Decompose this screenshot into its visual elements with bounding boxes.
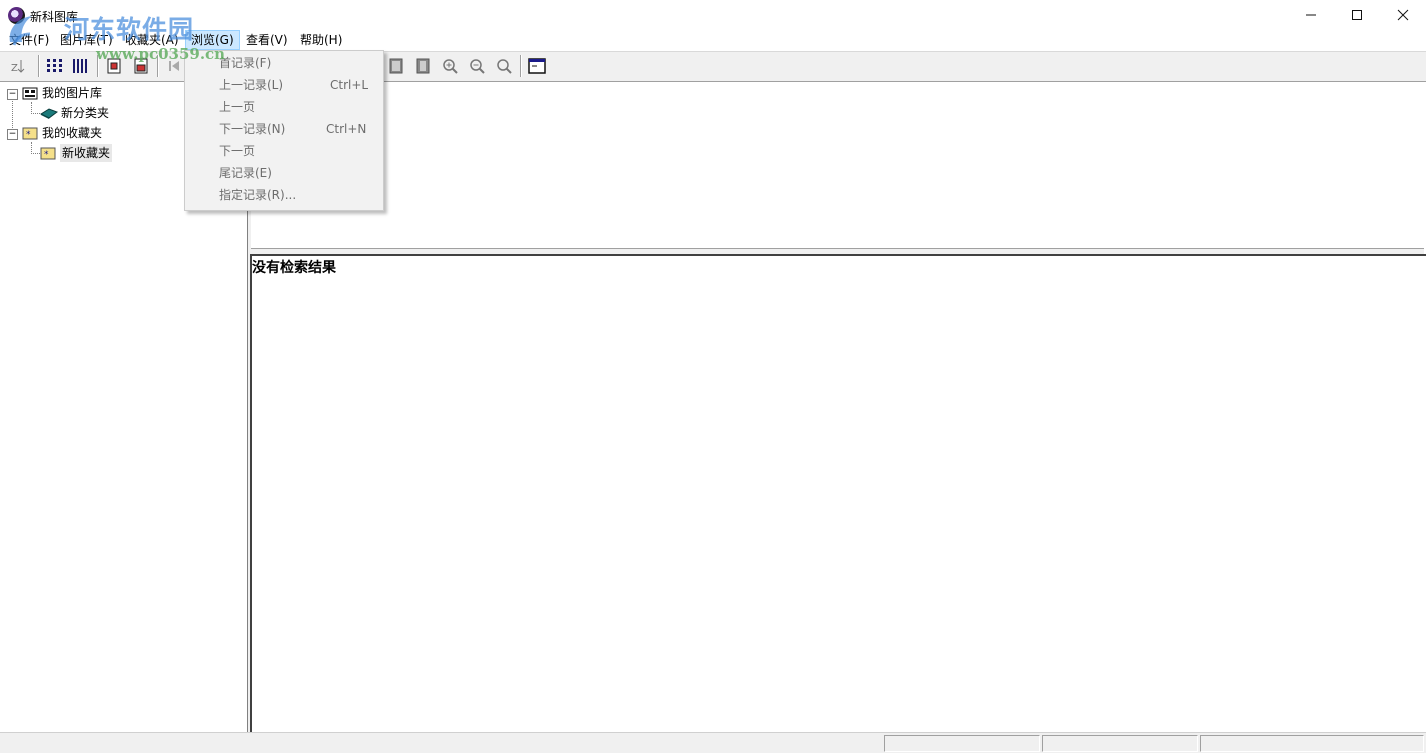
collapse-toggle[interactable]: −: [7, 89, 18, 100]
minimize-icon: [1306, 14, 1316, 16]
menu-view[interactable]: 查看(V): [241, 31, 293, 49]
tree-item-new-category[interactable]: 新分类夹: [61, 104, 109, 122]
toolbar-separator: [520, 55, 522, 77]
maximize-icon: [1352, 10, 1362, 20]
maximize-button[interactable]: [1334, 0, 1380, 30]
menu-item-previous-record[interactable]: 上一记录(L): [219, 74, 283, 96]
close-button[interactable]: [1380, 0, 1426, 30]
zoom-in-button[interactable]: [439, 55, 461, 77]
menu-item-last-record[interactable]: 尾记录(E): [219, 162, 272, 184]
fit-page-icon: [416, 58, 430, 74]
picture-library-icon: [22, 86, 38, 100]
fit-page-button[interactable]: [412, 55, 434, 77]
slideshow-button[interactable]: [526, 55, 548, 77]
sort-button[interactable]: Z: [10, 55, 32, 77]
no-results-message: 没有检索结果: [252, 260, 336, 276]
toolbar-separator: [38, 55, 40, 77]
list-view-button[interactable]: [70, 55, 92, 77]
results-pane: [250, 254, 1426, 734]
shortcut-next-record: Ctrl+N: [326, 122, 367, 136]
menu-item-next-page[interactable]: 下一页: [219, 140, 255, 162]
sort-icon: Z: [11, 60, 25, 74]
status-panel: [884, 735, 1040, 752]
page-icon: [389, 58, 403, 74]
favorites-folder-icon: *: [40, 146, 56, 160]
watermark-logo: [6, 12, 36, 48]
tree-item-my-favorites[interactable]: 我的收藏夹: [42, 124, 102, 142]
minimize-button[interactable]: [1288, 0, 1334, 30]
watermark-site-name: 河东软件园: [64, 15, 195, 44]
zoom-out-button[interactable]: [466, 55, 488, 77]
menu-help[interactable]: 帮助(H): [295, 31, 347, 49]
shortcut-previous-record: Ctrl+L: [330, 78, 369, 92]
page-button[interactable]: [385, 55, 407, 77]
category-book-icon: [39, 106, 59, 120]
status-panel: [1200, 735, 1424, 752]
zoom-reset-button[interactable]: [493, 55, 515, 77]
status-panel: [1042, 735, 1198, 752]
menu-item-next-record[interactable]: 下一记录(N): [219, 118, 285, 140]
thumbnail-view-button[interactable]: [44, 55, 66, 77]
preview-pane: [251, 82, 1424, 249]
grid-icon: [47, 59, 62, 72]
watermark-url: www.pc0359.cn: [96, 45, 226, 63]
zoom-in-icon: [443, 59, 458, 74]
magnifier-icon: [497, 59, 512, 74]
close-icon: [1397, 9, 1409, 21]
tree-item-new-favorites[interactable]: 新收藏夹: [60, 144, 113, 162]
zoom-out-icon: [470, 59, 485, 74]
svg-text:*: *: [26, 130, 31, 140]
svg-text:Z: Z: [11, 63, 18, 74]
list-icon: [73, 59, 87, 73]
menu-item-previous-page[interactable]: 上一页: [219, 96, 255, 118]
favorites-folder-icon: *: [22, 126, 38, 140]
tree-line: [31, 153, 40, 154]
menu-item-first-record[interactable]: 首记录(F): [219, 52, 271, 74]
title-bar: [0, 0, 1426, 30]
svg-text:*: *: [44, 150, 49, 160]
tree-item-my-library[interactable]: 我的图片库: [42, 84, 102, 102]
tree-line: [31, 113, 40, 114]
menu-item-goto-record[interactable]: 指定记录(R)...: [219, 184, 296, 206]
window-layout-icon: [528, 58, 546, 74]
collapse-toggle[interactable]: −: [7, 129, 18, 140]
